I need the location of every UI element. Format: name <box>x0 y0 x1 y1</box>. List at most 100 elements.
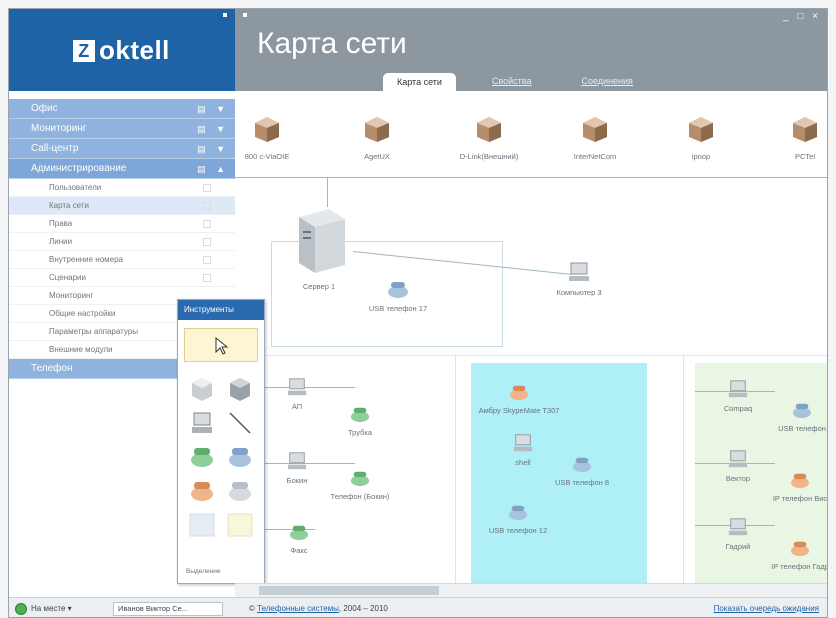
page-title: Карта сети <box>257 27 407 60</box>
status-label: На месте <box>31 604 66 613</box>
divider-line <box>455 355 456 583</box>
gateway-node[interactable]: ipnop <box>675 115 727 161</box>
phone-node[interactable]: Бокин <box>277 451 317 485</box>
gateway-node[interactable]: 800 с-ViaOIE <box>241 115 293 161</box>
green-phone-tool-icon[interactable] <box>188 444 216 470</box>
show-queue-link[interactable]: Показать очередь ожидания <box>714 604 819 613</box>
user-field[interactable]: Иванов Виктор Се... <box>113 602 223 616</box>
ip-phone-icon <box>728 380 748 398</box>
phone-node[interactable]: Амбру SkypeMate T307 <box>471 383 567 415</box>
sidebar-item-label: Мониторинг <box>49 291 94 300</box>
ip-phone-icon <box>513 434 533 452</box>
blue-phone-tool-icon[interactable] <box>226 444 254 470</box>
company-link[interactable]: Телефонные системы <box>257 604 339 613</box>
computer-node[interactable]: Компьютер 3 <box>549 261 609 297</box>
fax-node[interactable]: Факс <box>279 523 319 555</box>
section-controls-icon[interactable]: ▤ ▼ <box>197 139 229 159</box>
sidebar-item-network-map[interactable]: Карта сети <box>9 197 235 215</box>
sidebar-section-administration[interactable]: Администрирование ▤ ▲ <box>9 159 235 179</box>
phone-node[interactable]: Гадрий <box>713 517 763 551</box>
phone-node[interactable]: АП <box>277 377 317 411</box>
phone-node[interactable]: USB телефон 8 <box>547 455 617 487</box>
tool-palette[interactable]: Инструменты Выделение <box>177 299 265 584</box>
node-label: Телефон (Бокин) <box>330 492 390 501</box>
phone-node[interactable]: Compaq <box>713 379 763 413</box>
yellow-zone-tool-icon[interactable] <box>226 512 254 538</box>
phone-node[interactable]: shell <box>503 433 543 467</box>
chevron-down-icon: ▾ <box>67 604 72 613</box>
computer-tool-icon[interactable] <box>188 410 216 436</box>
logo-text: oktell <box>99 35 170 65</box>
sidebar-item-rights[interactable]: Права <box>9 215 235 233</box>
section-controls-icon[interactable]: ▤ ▼ <box>197 119 229 139</box>
gateway-node[interactable]: PCTel <box>779 115 827 161</box>
sidebar-section-office[interactable]: Офис ▤ ▼ <box>9 99 235 119</box>
sidebar-item-label: Линии <box>49 237 73 246</box>
status-online-icon <box>15 603 27 615</box>
phone-node[interactable]: Телефон (Бокин) <box>315 469 405 501</box>
sidebar-section-label: Телефон <box>31 363 73 374</box>
orange-phone-tool-icon[interactable] <box>188 478 216 504</box>
sidebar-item-lines[interactable]: Линии <box>9 233 235 251</box>
sidebar-item-label: Карта сети <box>49 201 89 210</box>
select-tool[interactable] <box>184 328 258 362</box>
phone-node[interactable]: Вектор <box>713 449 763 483</box>
app-window: Z oktell Карта сети _ □ × Карта сети Сво… <box>8 8 828 618</box>
window-controls[interactable]: _ □ × <box>783 11 821 22</box>
section-controls-icon[interactable]: ▤ ▲ <box>197 159 229 179</box>
logo-area: Z oktell <box>9 9 235 91</box>
gateway-dark-tool-icon[interactable] <box>226 376 254 402</box>
phone-icon <box>573 457 591 473</box>
horizontal-scrollbar[interactable] <box>235 583 827 597</box>
divider-line <box>235 355 827 356</box>
phone-node[interactable]: USB телефон 12 <box>483 503 553 535</box>
gateway-node[interactable]: D-Link(Внешний) <box>459 115 519 161</box>
sidebar-item-internal-numbers[interactable]: Внутренние номера <box>9 251 235 269</box>
sidebar-section-label: Офис <box>31 103 58 114</box>
node-label: Гадрий <box>725 542 751 551</box>
phone-icon <box>509 505 527 521</box>
node-label: IP телефон Вис <box>772 494 827 503</box>
scrollbar-thumb[interactable] <box>259 586 439 595</box>
gateway-label: PCTel <box>794 152 815 161</box>
connector-line <box>235 177 827 178</box>
sidebar-section-monitoring[interactable]: Мониторинг ▤ ▼ <box>9 119 235 139</box>
status-dropdown[interactable]: На месте ▾ <box>31 604 72 613</box>
expand-icon[interactable] <box>243 13 247 17</box>
blue-zone-tool-icon[interactable] <box>188 512 216 538</box>
phone-node[interactable]: IP телефон Гадр <box>765 539 827 571</box>
server-node[interactable]: Сервер 1 <box>279 207 359 291</box>
fax-icon <box>290 525 308 541</box>
gray-phone-tool-icon[interactable] <box>226 478 254 504</box>
sidebar-section-callcenter[interactable]: Call-центр ▤ ▼ <box>9 139 235 159</box>
node-label: Бокин <box>286 476 308 485</box>
sidebar-item-label: Внешние модули <box>49 345 113 354</box>
sidebar-section-label: Мониторинг <box>31 123 87 134</box>
phone-node[interactable]: Трубка <box>335 405 385 437</box>
tab-properties[interactable]: Свойства <box>478 73 546 91</box>
tab-connections[interactable]: Соединения <box>567 73 646 91</box>
node-label: Амбру SkypeMate T307 <box>478 406 560 415</box>
copyright-symbol: © <box>249 604 258 613</box>
sidebar-item-users[interactable]: Пользователи <box>9 179 235 197</box>
phone-node[interactable]: IP телефон Вис <box>765 471 827 503</box>
collapse-icon[interactable] <box>223 13 227 17</box>
sidebar-item-scenarios[interactable]: Сценарии <box>9 269 235 287</box>
phone-node[interactable]: USB телефон <box>769 401 827 433</box>
phone-node[interactable]: USB телефон 17 <box>363 279 433 313</box>
line-tool-icon[interactable] <box>226 410 254 436</box>
tool-palette-footer: Выделение <box>186 568 221 575</box>
gateway-node[interactable]: InterNetCom <box>567 115 623 161</box>
gateway-label: AgetUX <box>364 152 390 161</box>
gateway-node[interactable]: AgetUX <box>351 115 403 161</box>
node-label: USB телефон 8 <box>554 478 610 487</box>
network-map-canvas[interactable]: 800 с-ViaOIE AgetUX D-Link(Внешний) Inte… <box>235 91 827 583</box>
gateway-icon <box>689 117 713 142</box>
divider-line <box>683 355 684 583</box>
phone-icon <box>388 282 408 298</box>
computer-label: Компьютер 3 <box>556 288 602 297</box>
gateway-tool-icon[interactable] <box>188 376 216 402</box>
tab-network-map[interactable]: Карта сети <box>383 73 456 91</box>
section-controls-icon[interactable]: ▤ ▼ <box>197 99 229 119</box>
header: Карта сети _ □ × Карта сети Свойства Сое… <box>235 9 827 91</box>
